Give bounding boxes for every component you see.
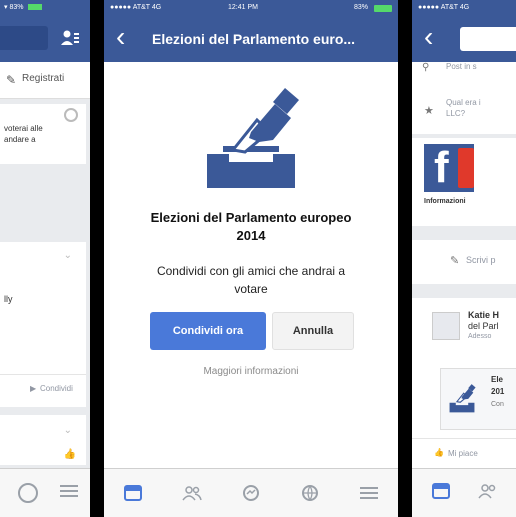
feed-card-2: ⌄ 👍 [0,415,86,465]
carrier-text: ●●●●● AT&T 4G [110,4,162,11]
more-icon[interactable] [357,481,381,505]
pencil-icon: ✎ [450,255,460,267]
dialog-title-line-1: Elezioni del Parlamento europeo [150,210,352,225]
location-icon: ⚲ [422,62,430,73]
nav-bar [0,16,90,62]
write-post-label: Scrivi p [466,255,496,265]
ballot-box-icon [447,383,477,418]
chevron-down-icon[interactable]: ⌄ [64,250,72,261]
attachment-year: 201 [491,387,505,396]
story-text: del Parl [468,321,499,331]
status-bar: ▾ 83% [0,0,90,16]
attachment-title: Ele [491,375,504,384]
friends-icon[interactable] [180,481,204,505]
info-tab[interactable]: Informazioni [424,198,466,205]
status-bar: ●●●●● AT&T 4G [412,0,516,16]
share-link[interactable]: Condividi [40,384,73,393]
feed-fragment: lly [4,294,13,304]
battery-icon [374,5,392,12]
story-card: Katie H del Parl Adesso Ele 201 Con 👍 Mi… [412,298,516,470]
facebook-f-icon: f [434,143,449,192]
dialog-subtitle-line-2: votare [234,282,268,296]
notifications-icon[interactable] [298,481,322,505]
attachment-caption: Con [491,401,504,408]
search-box[interactable] [0,26,48,50]
page-title: Elezioni del Parlamento euro... [152,31,356,47]
back-icon[interactable]: ‹ [116,22,125,52]
nav-bar: ‹ [412,16,516,62]
page-info-card: ⚲ Post in s ★ Qual era i LLC? [412,62,516,134]
notice-line-2: andare a [4,135,36,144]
right-phone-screen: ●●●●● AT&T 4G ‹ ⚲ Post in s ★ Qual era i… [412,0,516,517]
write-post-bar[interactable]: ✎ Scrivi p [412,240,516,284]
register-icon: ✎ [6,73,17,87]
like-button[interactable]: Mi piace [448,449,478,458]
nav-bar: ‹ Elezioni del Parlamento euro... [104,16,398,62]
chevron-down-icon[interactable]: ⌄ [64,425,72,436]
cancel-button[interactable]: Annulla [272,312,354,350]
friends-icon[interactable] [478,483,498,504]
search-box[interactable] [460,27,516,51]
tab-bar [104,468,398,517]
carrier-text: ●●●●● AT&T 4G [418,4,470,11]
posts-row[interactable]: Post in s [446,62,477,71]
notice-line-1: voterai alle [4,124,43,133]
dialog-title-line-2: 2014 [236,228,266,243]
page-tabs: f Informazioni [412,138,516,226]
author-name[interactable]: Katie H [468,310,499,320]
register-bar: ✎ Registrati [0,62,90,99]
like-icon[interactable]: 👍 [64,449,76,460]
back-icon[interactable]: ‹ [424,22,433,52]
feed-card: ⌄ lly ▶ Condividi [0,242,86,407]
more-icon[interactable] [60,484,78,503]
news-feed-icon[interactable] [432,482,450,504]
tab-bar [0,468,90,517]
news-feed-icon[interactable] [121,481,145,505]
battery-text: 83% [353,4,368,11]
facebook-logo-tile[interactable]: f [424,144,474,192]
like-icon: 👍 [434,448,444,457]
clock-text: 12:41 PM [228,4,258,11]
question-line-1: Qual era i [446,98,481,107]
notice-card: voterai alle andare a [0,104,86,164]
question-line-2: LLC? [446,109,466,118]
page-badge-icon [458,148,474,188]
tab-bar [412,468,516,517]
status-bar: ●●●●● AT&T 4G 12:41 PM 83% [104,0,398,16]
friend-requests-icon[interactable] [60,28,80,48]
star-icon: ★ [424,105,434,117]
left-phone-screen: ▾ 83% ✎ Registrati voterai alle andare a… [0,0,90,517]
ballot-box-icon [201,84,301,190]
center-phone-screen: ●●●●● AT&T 4G 12:41 PM 83% ‹ Elezioni de… [104,0,398,517]
attachment-card[interactable]: Ele 201 Con [440,368,516,430]
notifications-icon[interactable] [18,483,38,503]
share-now-button[interactable]: Condividi ora [150,312,266,350]
status-text: ▾ 83% [4,4,24,11]
notice-close-icon[interactable] [64,108,78,122]
more-info-link[interactable]: Maggiori informazioni [104,366,398,377]
avatar[interactable] [432,312,460,340]
register-button[interactable]: Registrati [22,73,64,84]
dialog-subtitle-line-1: Condividi con gli amici che andrai a [156,264,346,278]
messages-icon[interactable] [239,481,263,505]
timestamp: Adesso [468,333,492,340]
share-icon: ▶ [30,384,37,393]
